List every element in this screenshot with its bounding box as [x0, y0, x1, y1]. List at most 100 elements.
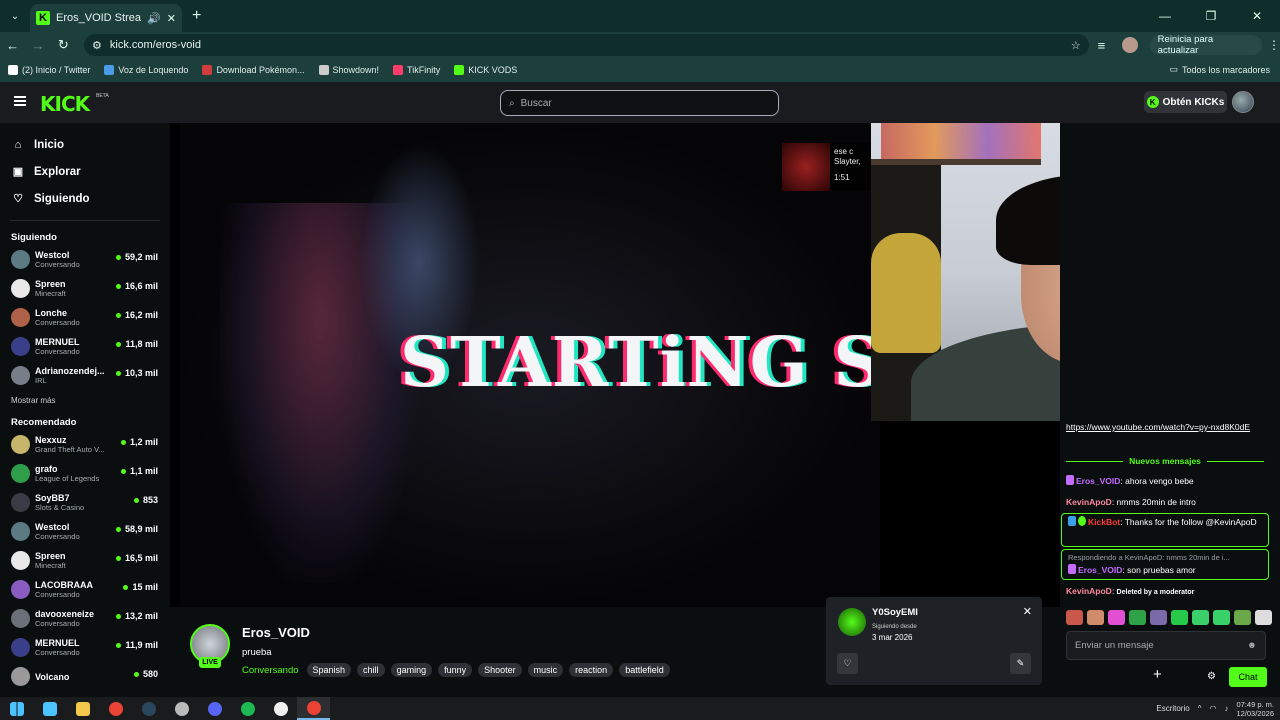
channel-item[interactable]: Westcol Conversando 58,9 mil — [0, 517, 170, 546]
tag-chip[interactable]: Spanish — [306, 663, 352, 677]
tag-chip[interactable]: gaming — [390, 663, 433, 677]
update-button[interactable]: Reinicia para actualizar — [1149, 34, 1262, 56]
get-kicks-button[interactable]: K Obtén KICKs — [1144, 91, 1227, 113]
chat-settings-icon[interactable]: ⚙ — [1207, 671, 1216, 682]
taskbar-app-icon[interactable] — [231, 697, 264, 720]
taskbar-app-icon[interactable] — [99, 697, 132, 720]
reload-button[interactable]: ↻ — [51, 37, 76, 53]
windows-start-icon[interactable] — [0, 697, 33, 720]
channel-item[interactable]: Lonche Conversando 16,2 mil — [0, 303, 170, 332]
popup-username[interactable]: Y0SoyEMI — [872, 607, 918, 618]
video-player[interactable]: STARTiNG SooN ese c Slayter, 1:51 — [170, 123, 1060, 607]
channel-item[interactable]: Westcol Conversando 59,2 mil — [0, 245, 170, 274]
taskbar-app-icon[interactable] — [66, 697, 99, 720]
bookmark-star-icon[interactable]: ☆ — [1071, 39, 1081, 52]
chat-message-input[interactable]: Enviar un mensaje ☻ — [1066, 631, 1266, 660]
emote-icon[interactable] — [1108, 610, 1125, 625]
channel-item[interactable]: Spreen Minecraft 16,5 mil — [0, 546, 170, 575]
reply-context[interactable]: Respondiendo a KevinApoD: nmms 20min de … — [1068, 552, 1262, 564]
channel-item[interactable]: Spreen Minecraft 16,6 mil — [0, 274, 170, 303]
emoji-icon[interactable]: ☻ — [1247, 640, 1257, 651]
sidebar-item-siguiendo[interactable]: ♡ Siguiendo — [0, 185, 170, 212]
tag-chip[interactable]: Shooter — [478, 663, 522, 677]
profile-avatar[interactable] — [1122, 37, 1138, 53]
streamer-name[interactable]: Eros_VOID — [242, 625, 310, 640]
emote-icon[interactable] — [1255, 610, 1272, 625]
emote-icon[interactable] — [1213, 610, 1230, 625]
bookmark-item[interactable]: Voz de Loquendo — [104, 65, 188, 75]
url-field[interactable]: ⚙ kick.com/eros-void ☆ — [84, 34, 1089, 56]
chat-username[interactable]: KevinApoD — [1066, 586, 1112, 596]
speaker-icon[interactable]: 🔊 — [147, 12, 161, 25]
clock[interactable]: 07:49 p. m. 12/03/2026 — [1236, 700, 1274, 718]
taskbar-app-icon[interactable] — [198, 697, 231, 720]
site-info-icon[interactable]: ⚙ — [92, 39, 102, 52]
wifi-icon[interactable]: ◠ — [1209, 704, 1216, 713]
emote-icon[interactable] — [1150, 610, 1167, 625]
chevron-up-icon[interactable]: ^ — [1198, 704, 1202, 713]
bookmark-item[interactable]: TikFinity — [393, 65, 440, 75]
hamburger-menu-icon[interactable] — [14, 96, 26, 106]
channel-item[interactable]: grafo League of Legends 1,1 mil — [0, 459, 170, 488]
kick-logo[interactable]: KICK — [40, 92, 90, 116]
forward-button[interactable]: → — [25, 38, 50, 53]
close-tab-icon[interactable]: ✕ — [167, 12, 176, 25]
minimize-button[interactable]: — — [1142, 0, 1188, 32]
chat-username[interactable]: Eros_VOID — [1076, 476, 1120, 486]
bookmark-item[interactable]: KICK VODS — [454, 65, 517, 75]
extensions-icon[interactable]: ≡ — [1089, 38, 1114, 53]
browser-tab[interactable]: K Eros_VOID Stream - Watch 🔊 ✕ — [30, 4, 182, 32]
chat-send-button[interactable]: Chat — [1229, 667, 1267, 687]
channel-item[interactable]: LACOBRAAA Conversando 15 mil — [0, 575, 170, 604]
all-bookmarks-button[interactable]: ▭ Todos los marcadores — [1169, 64, 1270, 75]
emote-icon[interactable] — [1129, 610, 1146, 625]
sidebar-item-inicio[interactable]: ⌂ Inicio — [0, 131, 170, 158]
follow-heart-button[interactable]: ♡ — [837, 653, 858, 674]
bookmark-item[interactable]: (2) Inicio / Twitter — [8, 65, 90, 75]
chat-username[interactable]: Eros_VOID — [1078, 565, 1122, 575]
channel-item[interactable]: Adrianozendej... IRL 10,3 mil — [0, 361, 170, 390]
maximize-button[interactable]: ❐ — [1188, 0, 1234, 32]
new-messages-divider[interactable]: Nuevos mensajes — [1060, 455, 1270, 467]
channel-item[interactable]: SoyBB7 Slots & Casino 853 — [0, 488, 170, 517]
tab-search-button[interactable]: ⌄ — [2, 4, 28, 28]
taskbar-app-icon[interactable] — [297, 697, 330, 720]
bookmark-item[interactable]: Download Pokémon... — [202, 65, 305, 75]
show-more-link[interactable]: Mostrar más — [0, 390, 170, 410]
taskbar-app-icon[interactable] — [33, 697, 66, 720]
chat-link[interactable]: https://www.youtube.com/watch?v=py-nxd8K… — [1066, 421, 1266, 434]
chat-username[interactable]: KickBot — [1088, 517, 1120, 527]
stream-category[interactable]: Conversando — [242, 665, 299, 676]
tag-chip[interactable]: music — [527, 663, 564, 677]
channel-item[interactable]: MERNUEL Conversando 11,9 mil — [0, 633, 170, 662]
mention-button[interactable]: ✎ — [1010, 653, 1031, 674]
emote-icon[interactable] — [1234, 610, 1251, 625]
tag-chip[interactable]: chill — [357, 663, 385, 677]
search-input[interactable]: ⌕ Buscar — [500, 90, 779, 116]
emote-icon[interactable] — [1171, 610, 1188, 625]
tag-chip[interactable]: battlefield — [619, 663, 670, 677]
browser-menu-icon[interactable]: ⋮ — [1268, 38, 1280, 52]
emote-icon[interactable] — [1066, 610, 1083, 625]
plus-icon[interactable]: + — [1153, 666, 1162, 683]
tag-chip[interactable]: reaction — [569, 663, 614, 677]
taskbar-app-icon[interactable] — [165, 697, 198, 720]
bookmark-item[interactable]: Showdown! — [318, 65, 379, 75]
chat-username[interactable]: KevinApoD — [1066, 497, 1112, 507]
channel-item[interactable]: Nexxuz Grand Theft Auto V... 1,2 mil — [0, 430, 170, 459]
emote-icon[interactable] — [1192, 610, 1209, 625]
channel-item[interactable]: davooxeneize Conversando 13,2 mil — [0, 604, 170, 633]
taskbar-app-icon[interactable] — [132, 697, 165, 720]
back-button[interactable]: ← — [0, 38, 25, 53]
channel-item[interactable]: Volcano 580 — [0, 662, 170, 691]
sidebar-item-explorar[interactable]: ▣ Explorar — [0, 158, 170, 185]
channel-item[interactable]: MERNUEL Conversando 11,8 mil — [0, 332, 170, 361]
close-icon[interactable]: ✕ — [1023, 605, 1032, 618]
desktop-label[interactable]: Escritorio — [1156, 704, 1189, 713]
user-avatar[interactable] — [1232, 91, 1254, 113]
taskbar-app-icon[interactable] — [264, 697, 297, 720]
close-window-button[interactable]: ✕ — [1234, 0, 1280, 32]
new-tab-button[interactable]: + — [192, 7, 201, 25]
tag-chip[interactable]: funny — [438, 663, 473, 677]
emote-icon[interactable] — [1087, 610, 1104, 625]
